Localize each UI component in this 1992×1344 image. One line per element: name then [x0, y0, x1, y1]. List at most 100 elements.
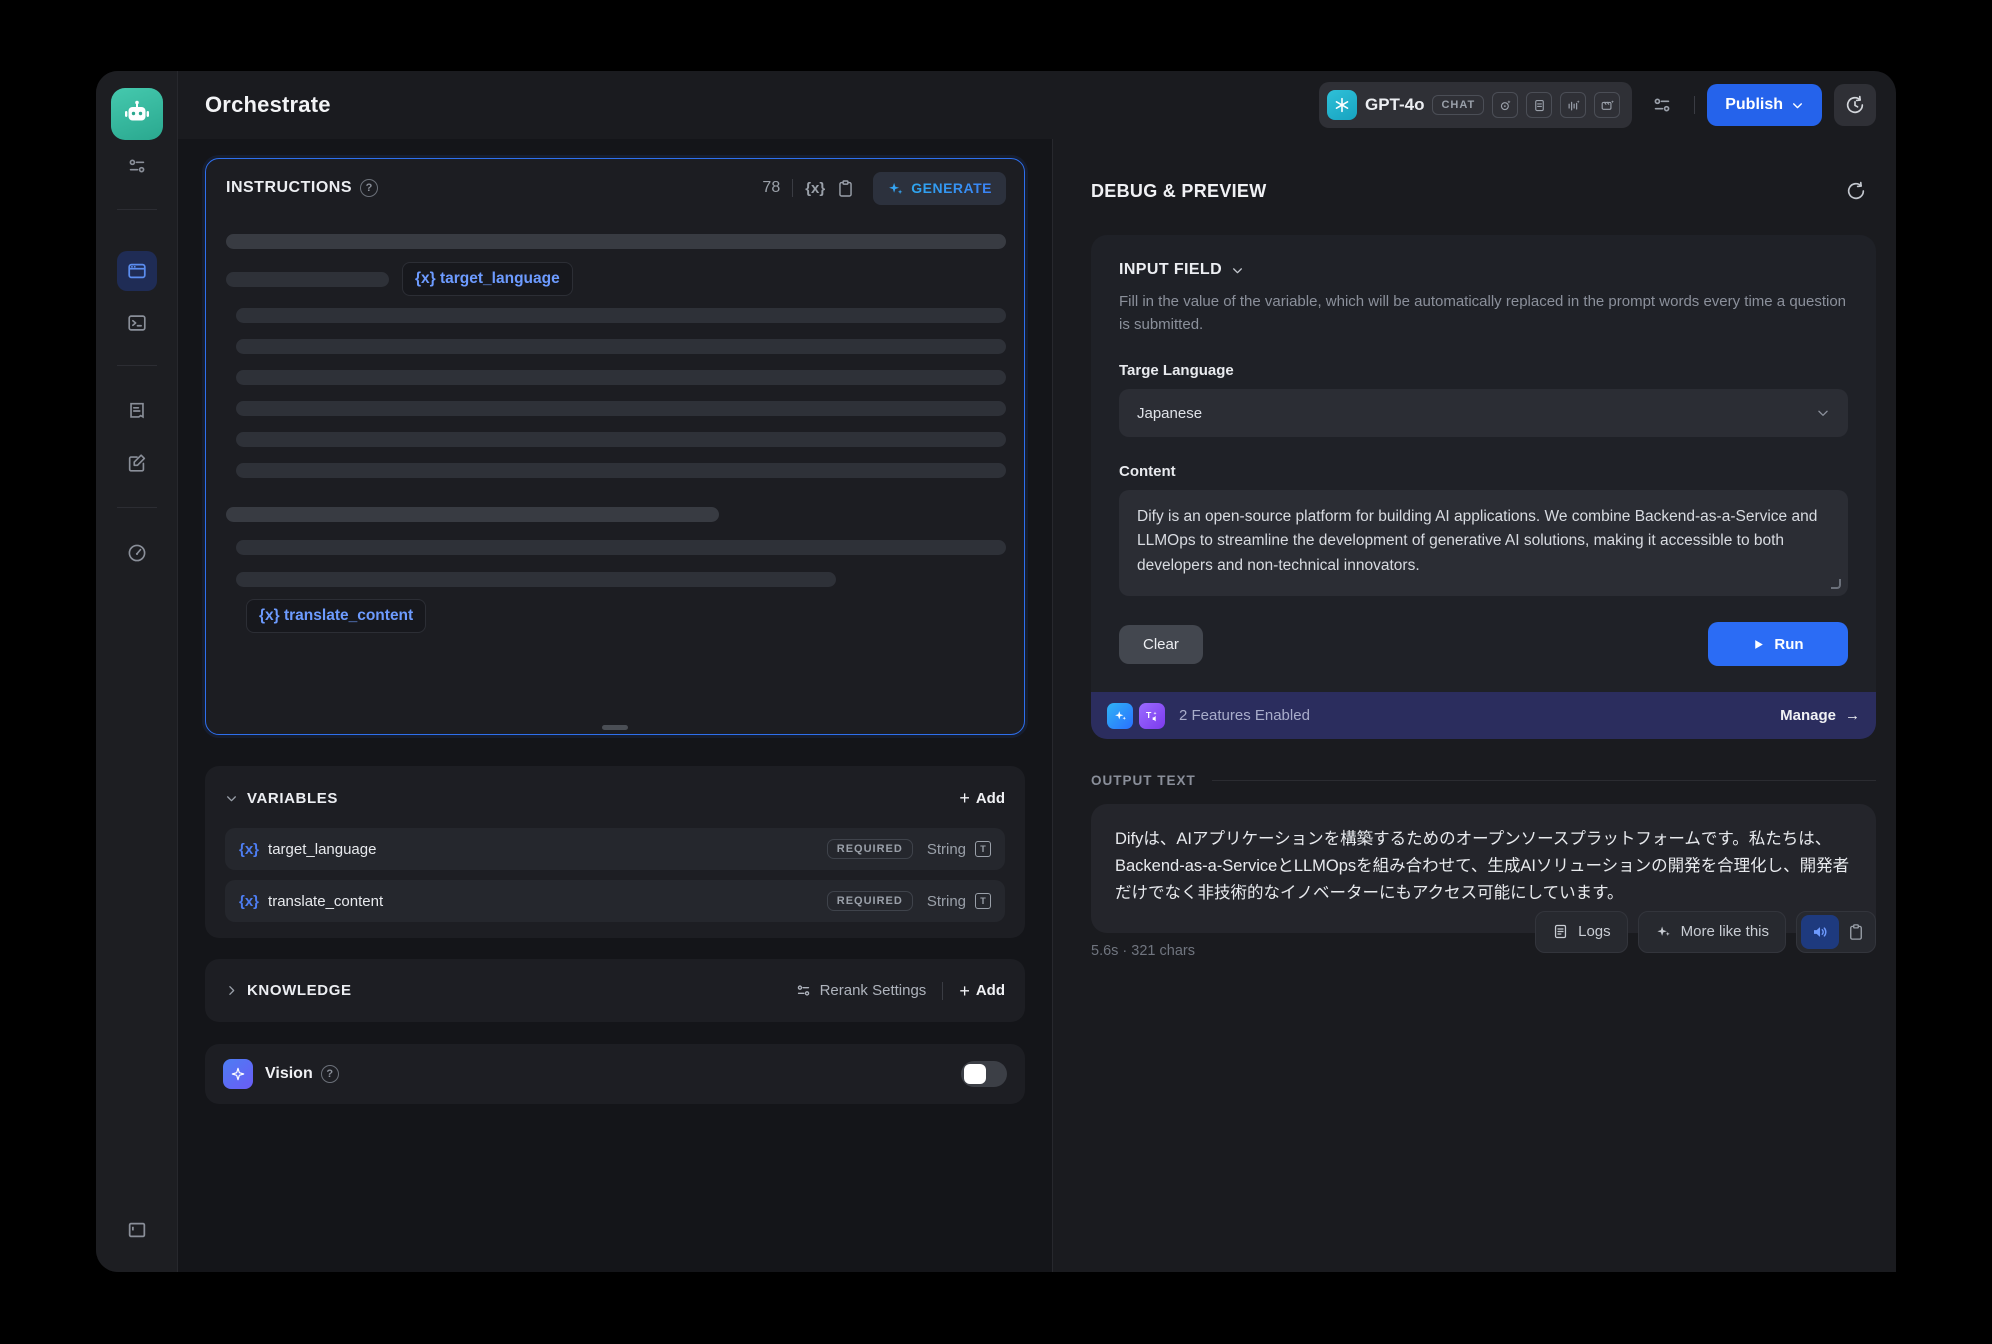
- variables-list: {x}target_languageREQUIREDStringT{x}tran…: [225, 828, 1005, 922]
- document-capability-icon: [1526, 92, 1552, 118]
- output-text-title: OUTPUT TEXT: [1091, 773, 1196, 788]
- instructions-panel: INSTRUCTIONS ? 78 {x}: [205, 158, 1025, 735]
- openai-logo-icon: [1327, 90, 1357, 120]
- add-variable-button[interactable]: + Add: [959, 789, 1005, 807]
- variable-brace-icon[interactable]: {x}: [805, 180, 825, 197]
- sparkles-feature-icon: [1107, 703, 1133, 729]
- features-bar[interactable]: T 2 Features Enabled Manage →: [1091, 692, 1876, 739]
- resize-handle[interactable]: [602, 725, 628, 730]
- model-mode-badge: CHAT: [1432, 95, 1484, 115]
- sidebar-item-terminal[interactable]: [117, 303, 157, 343]
- clipboard-icon[interactable]: [829, 168, 861, 208]
- prompt-skeleton-line: [236, 572, 836, 587]
- content-textarea[interactable]: Dify is an open-source platform for buil…: [1119, 490, 1848, 596]
- prompt-skeleton-line: [226, 234, 1006, 249]
- audio-actions-group: [1796, 911, 1876, 953]
- sidebar-item-logs[interactable]: [117, 391, 157, 431]
- publish-button[interactable]: Publish: [1707, 84, 1822, 126]
- arrow-right-icon: →: [1845, 707, 1860, 724]
- prompt-skeleton-line: [236, 432, 1006, 447]
- divider: [1212, 780, 1876, 781]
- sidebar-item-monitoring[interactable]: [117, 533, 157, 573]
- sidebar-item-annotation[interactable]: [117, 443, 157, 483]
- video-capability-icon: [1594, 92, 1620, 118]
- vision-toggle[interactable]: [961, 1061, 1007, 1087]
- knowledge-section: KNOWLEDGE Rerank Settings + Add: [205, 959, 1025, 1022]
- more-like-this-button[interactable]: More like this: [1638, 911, 1786, 953]
- chevron-down-icon[interactable]: [225, 792, 238, 805]
- required-badge: REQUIRED: [827, 839, 913, 859]
- content-value: Dify is an open-source platform for buil…: [1137, 508, 1817, 574]
- variable-chip-target-language[interactable]: {x} target_language: [402, 262, 573, 296]
- target-language-select[interactable]: Japanese: [1119, 389, 1848, 437]
- clear-button[interactable]: Clear: [1119, 625, 1203, 664]
- add-knowledge-button[interactable]: + Add: [959, 982, 1005, 1000]
- target-language-value: Japanese: [1137, 405, 1816, 422]
- model-params-icon[interactable]: [1642, 85, 1682, 125]
- generate-button[interactable]: GENERATE: [873, 172, 1006, 205]
- app-avatar[interactable]: [111, 88, 163, 140]
- prompt-skeleton-line: [226, 507, 719, 522]
- rerank-settings-button[interactable]: Rerank Settings: [795, 982, 927, 999]
- divider: [1694, 96, 1695, 114]
- divider: [792, 179, 793, 197]
- sparkles-icon: [1655, 923, 1672, 940]
- clipboard-icon[interactable]: [1847, 923, 1865, 941]
- variable-chip-translate-content[interactable]: {x} translate_content: [246, 599, 426, 633]
- sidebar: [96, 71, 178, 1272]
- variables-title: VARIABLES: [247, 790, 338, 807]
- knowledge-title: KNOWLEDGE: [247, 982, 352, 999]
- prompt-skeleton-line: [236, 370, 1006, 385]
- output-stats: 5.6s · 321 chars: [1091, 943, 1195, 959]
- features-enabled-text: 2 Features Enabled: [1179, 707, 1780, 724]
- debug-title: DEBUG & PREVIEW: [1091, 181, 1836, 202]
- vision-icon: [223, 1059, 253, 1089]
- debug-panel: DEBUG & PREVIEW INPUT FIELD Fill in the …: [1052, 139, 1896, 1272]
- variable-row[interactable]: {x}translate_contentREQUIREDStringT: [225, 880, 1005, 922]
- prompt-skeleton-line: [236, 463, 1006, 478]
- sparkles-icon: [887, 180, 904, 197]
- prompt-skeleton-line: [236, 308, 1006, 323]
- char-count: 78: [762, 179, 780, 197]
- tune-icon[interactable]: [117, 146, 157, 186]
- play-icon: [1752, 638, 1765, 651]
- page-title: Orchestrate: [205, 92, 331, 118]
- input-field-description: Fill in the value of the variable, which…: [1119, 291, 1848, 336]
- input-field-card: INPUT FIELD Fill in the value of the var…: [1091, 235, 1876, 739]
- string-type-icon: T: [975, 893, 991, 909]
- chevron-right-icon[interactable]: [225, 984, 238, 997]
- variables-section: VARIABLES + Add {x}target_languageREQUIR…: [205, 766, 1025, 938]
- variable-name: target_language: [268, 841, 827, 858]
- plus-icon: +: [959, 789, 970, 807]
- vision-section: Vision ?: [205, 1044, 1025, 1104]
- refresh-icon[interactable]: [1836, 171, 1876, 211]
- input-field-header[interactable]: INPUT FIELD: [1119, 261, 1848, 279]
- run-button[interactable]: Run: [1708, 622, 1848, 666]
- logs-button[interactable]: Logs: [1535, 911, 1628, 953]
- chevron-down-icon: [1791, 99, 1804, 112]
- variable-name: translate_content: [268, 893, 827, 910]
- prompt-skeleton-line: [236, 401, 1006, 416]
- collapse-panel-icon[interactable]: [117, 1210, 157, 1250]
- divider: [117, 209, 157, 210]
- string-type-icon: T: [975, 841, 991, 857]
- help-icon[interactable]: ?: [360, 179, 378, 197]
- divider: [942, 982, 943, 1000]
- robot-icon: [122, 99, 152, 129]
- text-to-speech-feature-icon: T: [1139, 703, 1165, 729]
- divider: [117, 507, 157, 508]
- speaker-icon[interactable]: [1801, 915, 1839, 949]
- variable-row[interactable]: {x}target_languageREQUIREDStringT: [225, 828, 1005, 870]
- model-selector[interactable]: GPT-4o CHAT: [1319, 82, 1632, 128]
- resize-corner-icon[interactable]: [1831, 579, 1841, 589]
- manage-features-button[interactable]: Manage →: [1780, 707, 1860, 724]
- prompt-skeleton-line: [236, 540, 1006, 555]
- vision-capability-icon: [1492, 92, 1518, 118]
- vision-title: Vision: [265, 1065, 313, 1083]
- help-icon[interactable]: ?: [321, 1065, 339, 1083]
- variable-type: String: [927, 893, 966, 910]
- history-icon[interactable]: [1834, 84, 1876, 126]
- sidebar-item-orchestrate[interactable]: [117, 251, 157, 291]
- tune-icon: [795, 982, 812, 999]
- prompt-skeleton-line: [236, 339, 1006, 354]
